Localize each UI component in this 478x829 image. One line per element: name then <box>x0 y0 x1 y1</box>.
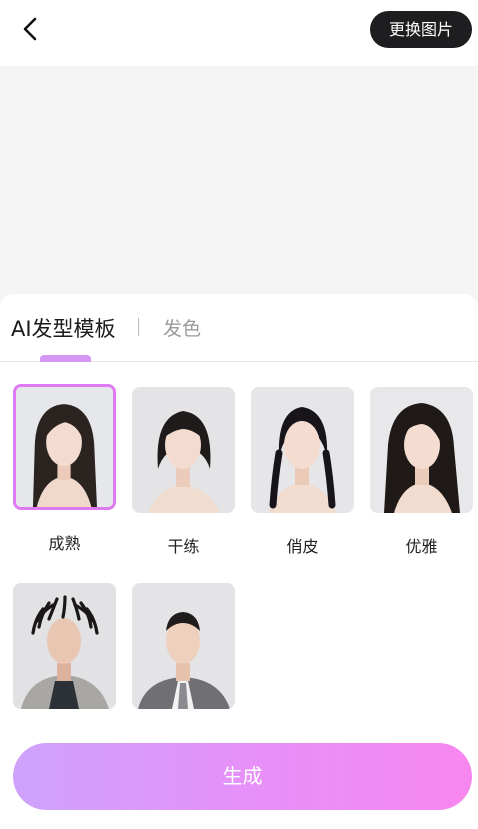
template-label: 优雅 <box>405 537 438 556</box>
template-thumbnail <box>13 384 116 510</box>
generate-button[interactable]: 生成 <box>13 743 472 810</box>
change-image-button[interactable]: 更换图片 <box>370 11 472 48</box>
template-thumbnail <box>251 387 354 513</box>
tab-ai-hairstyle-templates[interactable]: AI发型模板 <box>11 313 116 343</box>
hairstyle-screen: 更换图片 AI发型模板 发色 成熟 干练 俏皮 优雅 生成 <box>0 0 478 829</box>
template-label: 成熟 <box>48 534 81 553</box>
template-thumbnail <box>132 583 235 709</box>
template-label: 俏皮 <box>286 537 319 556</box>
tab-divider <box>138 318 139 336</box>
top-bar: 更换图片 <box>0 0 478 62</box>
template-thumbnail <box>13 583 116 709</box>
tab-hair-color[interactable]: 发色 <box>163 314 201 341</box>
tab-bar: AI发型模板 发色 <box>0 294 478 362</box>
template-label: 干练 <box>167 537 200 556</box>
chevron-left-icon <box>23 17 37 41</box>
back-button[interactable] <box>16 14 46 44</box>
active-tab-indicator <box>40 355 91 362</box>
template-thumbnail <box>370 387 473 513</box>
template-thumbnail <box>132 387 235 513</box>
image-preview <box>0 66 478 306</box>
